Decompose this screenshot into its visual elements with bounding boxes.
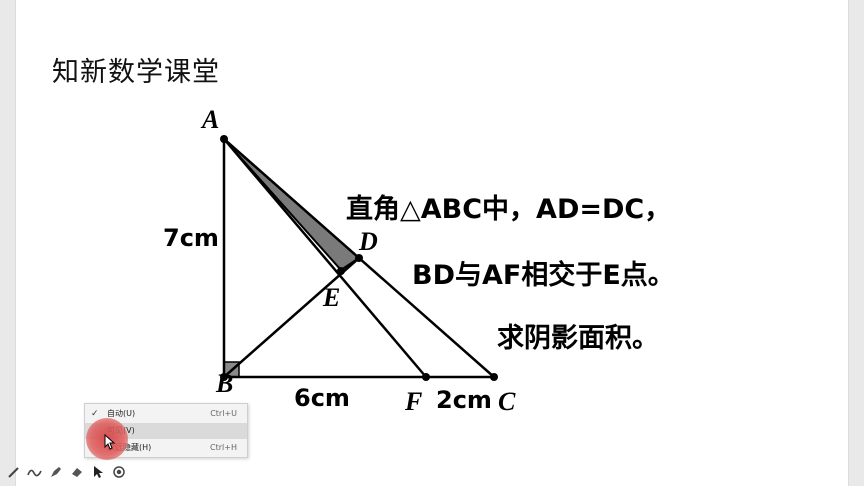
label-c: C bbox=[498, 387, 516, 416]
highlighter-icon[interactable] bbox=[48, 464, 64, 480]
annotation-toolbar bbox=[6, 463, 127, 481]
menu-item-shortcut: Ctrl+U bbox=[210, 409, 237, 418]
pen-icon[interactable] bbox=[6, 464, 22, 480]
label-ab-length: 7cm bbox=[163, 224, 219, 252]
label-fc-length: 2cm bbox=[436, 386, 492, 414]
menu-item-shortcut: Ctrl+H bbox=[210, 443, 237, 452]
point-e bbox=[337, 267, 345, 275]
mouse-cursor-icon bbox=[104, 434, 116, 450]
problem-line-2: BD与AF相交于E点。 bbox=[412, 260, 675, 291]
label-f: F bbox=[404, 387, 422, 416]
point-f bbox=[422, 373, 430, 381]
point-a bbox=[220, 135, 228, 143]
point-c bbox=[490, 373, 498, 381]
label-bf-length: 6cm bbox=[294, 384, 350, 412]
label-d: D bbox=[358, 227, 378, 256]
segment-af bbox=[223, 138, 427, 378]
shaded-region bbox=[223, 138, 361, 272]
problem-line-3: 求阴影面积。 bbox=[497, 323, 659, 354]
label-e: E bbox=[322, 283, 340, 312]
label-a: A bbox=[200, 105, 219, 134]
problem-line-1: 直角△ABC中，AD=DC， bbox=[346, 194, 672, 225]
label-b: B bbox=[215, 369, 233, 398]
wave-pen-icon[interactable] bbox=[27, 464, 43, 480]
pointer-icon[interactable] bbox=[90, 464, 106, 480]
record-icon[interactable] bbox=[111, 464, 127, 480]
eraser-icon[interactable] bbox=[69, 464, 85, 480]
